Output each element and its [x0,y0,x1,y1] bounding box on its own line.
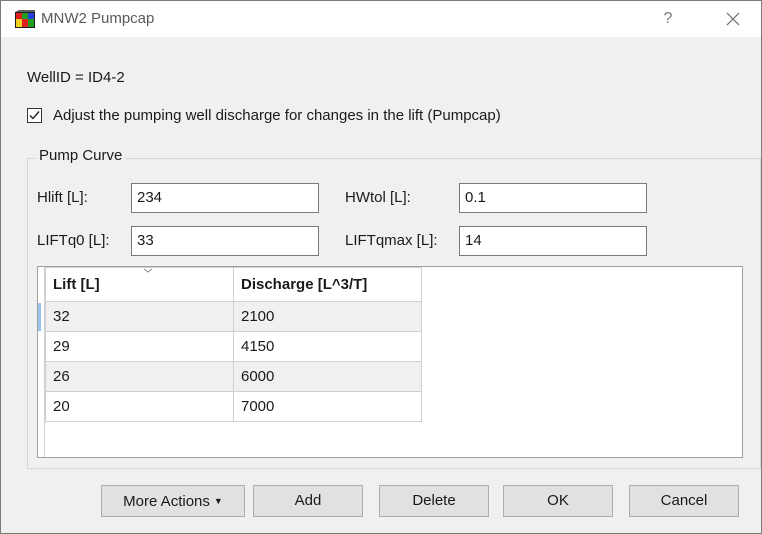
selected-row-indicator [38,303,41,331]
table-cell[interactable]: 26 [45,361,234,392]
table-cell[interactable]: 32 [45,301,234,332]
table-cell[interactable]: 20 [45,391,234,422]
row-indicator-column [38,267,45,457]
pump-curve-grid[interactable]: Lift [L] Discharge [L^3/T] 32 2100 29 41… [37,266,743,458]
liftqmax-input[interactable]: 14 [459,226,647,256]
hlift-input[interactable]: 234 [131,183,319,213]
more-actions-button[interactable]: More Actions ▼ [101,485,245,517]
help-button[interactable]: ? [657,7,679,31]
column-header-discharge[interactable]: Discharge [L^3/T] [233,267,422,302]
title-bar: MNW2 Pumpcap ? [1,1,761,37]
pump-curve-table: Lift [L] Discharge [L^3/T] 32 2100 29 41… [45,267,422,422]
table-row[interactable]: 29 4150 [45,331,422,362]
pumpcap-checkbox-label[interactable]: Adjust the pumping well discharge for ch… [53,107,501,124]
table-cell[interactable]: 2100 [233,301,422,332]
well-id-label: WellID = ID4-2 [27,69,125,86]
pump-curve-group-title: Pump Curve [35,147,127,164]
table-cell[interactable]: 6000 [233,361,422,392]
liftq0-input[interactable]: 33 [131,226,319,256]
ok-button[interactable]: OK [503,485,613,517]
delete-button[interactable]: Delete [379,485,489,517]
table-row[interactable]: 20 7000 [45,391,422,422]
chevron-down-icon [143,268,153,273]
close-icon [726,12,740,26]
question-mark-icon: ? [663,10,673,27]
table-cell[interactable]: 7000 [233,391,422,422]
liftqmax-label: LIFTqmax [L]: [345,232,438,249]
table-cell[interactable]: 4150 [233,331,422,362]
caret-down-icon: ▼ [213,496,223,506]
checkmark-icon [29,111,40,120]
hwtol-label: HWtol [L]: [345,189,411,206]
add-button[interactable]: Add [253,485,363,517]
more-actions-label: More Actions [123,493,210,510]
hwtol-input[interactable]: 0.1 [459,183,647,213]
close-button[interactable] [719,5,747,33]
table-row[interactable]: 32 2100 [45,301,422,332]
pumpcap-checkbox[interactable] [27,108,42,123]
cancel-button[interactable]: Cancel [629,485,739,517]
mnw2-pumpcap-dialog: MNW2 Pumpcap ? WellID = ID4-2 Adjust the… [0,0,762,534]
table-header-row: Lift [L] Discharge [L^3/T] [45,267,422,302]
liftq0-label: LIFTq0 [L]: [37,232,110,249]
table-cell[interactable]: 29 [45,331,234,362]
column-header-lift[interactable]: Lift [L] [45,267,234,302]
mnw2-app-icon [15,10,35,28]
window-title: MNW2 Pumpcap [41,10,155,27]
table-row[interactable]: 26 6000 [45,361,422,392]
hlift-label: Hlift [L]: [37,189,88,206]
